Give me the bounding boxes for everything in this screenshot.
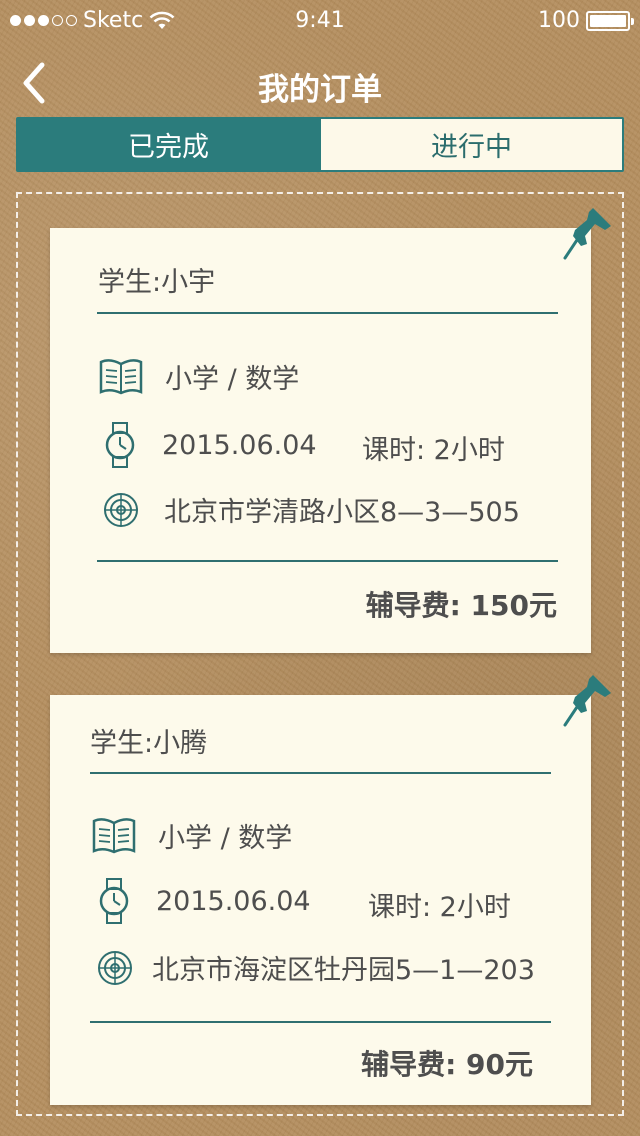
book-icon [90,815,138,855]
watch-icon [102,421,138,469]
fee-text: 辅导费: 90元 [361,1048,533,1081]
watch-icon [96,877,132,925]
subject-row: 小学 / 数学 [90,815,292,855]
status-right: 100 [538,8,634,33]
pushpin-icon [563,675,611,727]
date-row: 2015.06.04 [102,421,317,469]
hours-text: 课时: 2小时 [368,892,511,923]
divider [90,772,551,774]
book-icon [97,356,145,396]
tab-in-progress[interactable]: 进行中 [319,119,622,170]
order-card[interactable]: 学生:小宇 小学 / 数学 2015.06.04 课时: 2小时 北京市学清路小… [50,208,611,653]
divider [97,312,558,314]
date-text: 2015.06.04 [162,429,317,461]
battery-icon [586,10,634,31]
address-text: 北京市海淀区牡丹园5—1—203 [152,955,535,986]
date-row: 2015.06.04 [96,877,311,925]
nav-bar: 我的订单 [0,50,640,114]
subject-text: 小学 / 数学 [158,822,293,854]
student-name: 学生:小腾 [90,728,208,759]
student-name: 学生:小宇 [98,267,216,298]
tab-completed[interactable]: 已完成 [18,119,319,170]
address-row: 北京市学清路小区8—3—505 [102,490,520,529]
status-bar: Sketc 9:41 100 [0,0,640,40]
fee-text: 辅导费: 150元 [365,589,557,622]
hours-text: 课时: 2小时 [362,435,505,466]
location-target-icon [102,491,140,529]
page-title: 我的订单 [258,72,382,108]
address-row: 北京市海淀区牡丹园5—1—203 [96,948,535,987]
pushpin-icon [563,208,611,260]
divider [90,1021,551,1023]
battery-fill [590,14,626,27]
battery-percent: 100 [538,8,580,33]
date-text: 2015.06.04 [156,885,311,917]
order-status-tabs: 已完成 进行中 [16,117,624,172]
location-target-icon [96,949,134,987]
address-text: 北京市学清路小区8—3—505 [164,497,520,528]
subject-text: 小学 / 数学 [165,363,300,395]
order-card[interactable]: 学生:小腾 小学 / 数学 2015.06.04 课时: 2小时 北京市海淀区牡… [50,675,611,1105]
subject-row: 小学 / 数学 [97,356,299,396]
divider [97,560,558,562]
